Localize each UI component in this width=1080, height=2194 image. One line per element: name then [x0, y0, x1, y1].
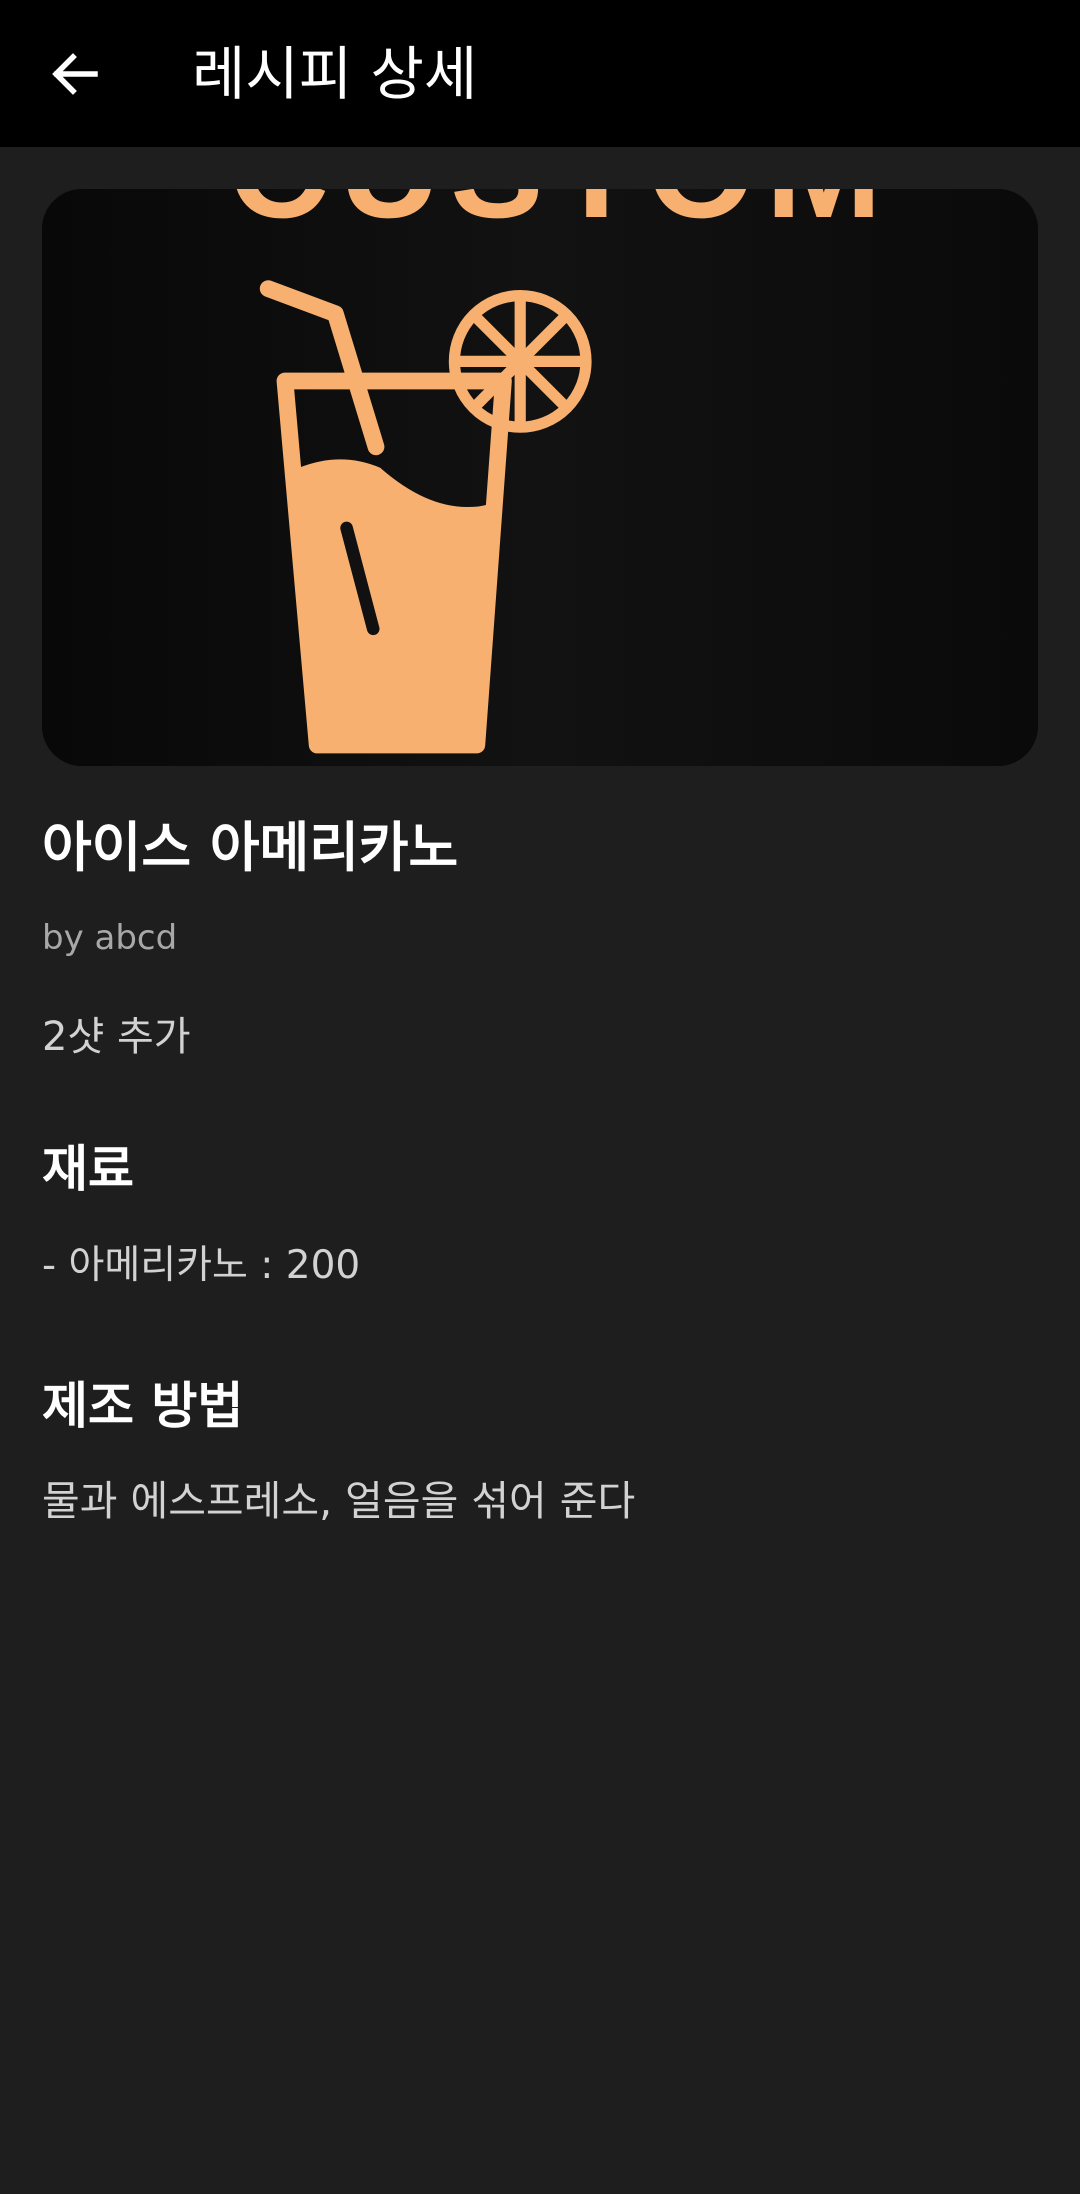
app-bar: 레시피 상세 — [0, 0, 1080, 147]
recipe-image: CUSTOM — [42, 189, 1038, 766]
recipe-description: 2샷 추가 — [42, 1014, 191, 1060]
ingredient-item: - 아메리카노 : 200 — [42, 1243, 361, 1288]
method-heading: 제조 방법 — [42, 1377, 244, 1435]
recipe-title: 아이스 아메리카노 — [42, 816, 459, 879]
recipe-author: by abcd — [42, 918, 178, 958]
method-text: 물과 에스프레소, 얼음을 섞어 준다 — [42, 1477, 636, 1525]
arrow-left-icon — [52, 53, 98, 95]
page-title: 레시피 상세 — [192, 40, 478, 108]
banner-text: CUSTOM — [228, 189, 892, 247]
back-button[interactable] — [32, 32, 116, 116]
ingredients-heading: 재료 — [42, 1140, 134, 1198]
